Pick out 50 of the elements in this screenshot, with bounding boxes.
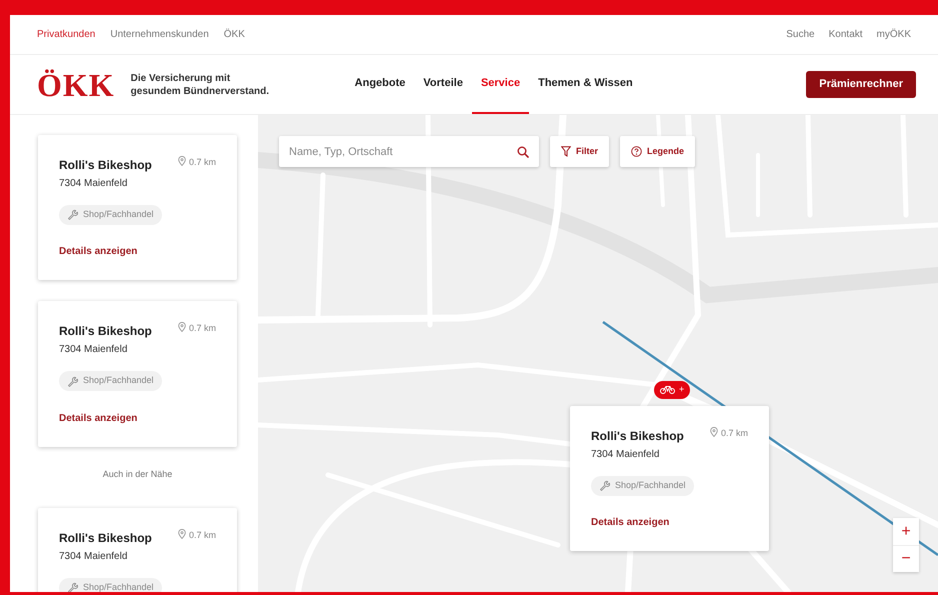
section-heading: Auch in der Nähe xyxy=(102,468,174,480)
tagline: Die Versicherung mit gesundem Bündnerverstand. xyxy=(130,72,270,98)
zoom-in-button[interactable]: + xyxy=(893,518,919,545)
search-icon xyxy=(517,146,529,158)
category-label: Shop/Fachhandel xyxy=(83,208,154,221)
search-field[interactable]: Name, Typ, Ortschaft xyxy=(279,136,539,167)
shop-name: Rolli's Bikeshop xyxy=(591,428,684,445)
legend-button[interactable]: Legende xyxy=(620,136,696,167)
details-link[interactable]: Details anzeigen xyxy=(59,244,138,260)
utility-link[interactable]: myÖKK xyxy=(876,27,911,42)
wrench-icon xyxy=(67,582,78,592)
shop-address: 7304 Maienfeld xyxy=(59,550,128,564)
wrench-icon xyxy=(67,376,78,386)
filter-button[interactable]: Filter xyxy=(550,136,610,167)
category-label: Shop/Fachhandel xyxy=(83,581,154,592)
wrench-icon xyxy=(599,480,610,492)
distance-label: 0.7 km xyxy=(710,427,748,440)
premium-calculator-button[interactable]: Prämienrechner xyxy=(806,71,916,98)
shop-name: Rolli's Bikeshop xyxy=(59,530,152,547)
shop-name: Rolli's Bikeshop xyxy=(59,157,152,174)
category-label: Shop/Fachhandel xyxy=(615,479,686,492)
details-link[interactable]: Details anzeigen xyxy=(59,410,138,426)
details-link[interactable]: Details anzeigen xyxy=(591,515,670,530)
category-label: Shop/Fachhandel xyxy=(83,374,154,388)
bicycle-icon xyxy=(660,385,675,394)
help-icon xyxy=(631,146,642,157)
location-pin-icon xyxy=(710,427,718,437)
shop-address: 7304 Maienfeld xyxy=(591,448,660,462)
nav-link[interactable]: Angebote xyxy=(346,55,414,114)
wrench-icon xyxy=(67,209,78,220)
segment-link[interactable]: ÖKK xyxy=(224,27,245,42)
shop-address: 7304 Maienfeld xyxy=(59,343,128,358)
nav-link[interactable]: Themen & Wissen xyxy=(529,55,642,114)
zoom-out-button[interactable]: − xyxy=(893,545,919,572)
nav-link[interactable]: Vorteile xyxy=(414,55,472,114)
distance-label: 0.7 km xyxy=(178,156,216,170)
logo[interactable]: ÖKK xyxy=(37,68,115,100)
segment-link[interactable]: Privatkunden xyxy=(37,27,96,42)
utility-link[interactable]: Suche xyxy=(786,27,815,42)
location-pin-icon xyxy=(178,529,186,539)
distance-label: 0.7 km xyxy=(178,529,216,542)
shop-name: Rolli's Bikeshop xyxy=(59,323,152,340)
location-pin-icon xyxy=(178,156,186,166)
filter-icon xyxy=(561,146,571,157)
distance-label: 0.7 km xyxy=(178,322,216,336)
segment-link[interactable]: Unternehmenskunden xyxy=(110,27,209,42)
location-pin-icon xyxy=(178,322,186,332)
bike-marker[interactable]: + xyxy=(654,381,690,398)
shop-address: 7304 Maienfeld xyxy=(59,177,128,191)
utility-link[interactable]: Kontakt xyxy=(828,27,863,42)
